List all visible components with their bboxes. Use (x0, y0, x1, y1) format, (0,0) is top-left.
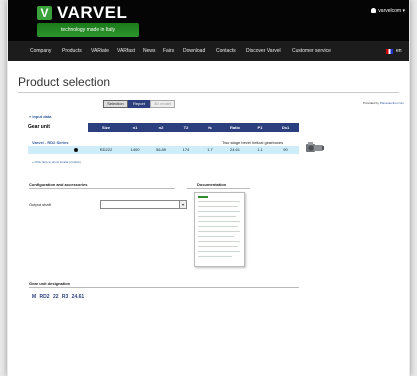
input-data-link[interactable]: » Input data (29, 114, 51, 119)
nav-item-fairs[interactable]: Fairs (163, 48, 174, 54)
cell-t2: 174 (182, 147, 190, 152)
documentation-thumbnail[interactable] (194, 192, 245, 267)
cell-size: RD222 (99, 147, 113, 152)
gear-unit-table-header: Gear unit Size n1 n2 T2 fs Ratio P1 Ds1 (28, 123, 299, 132)
documentation-divider (187, 188, 250, 189)
nav-item-customer-service[interactable]: Customer service (292, 48, 331, 54)
page-title: Product selection (18, 75, 111, 89)
configuration-divider (29, 188, 175, 189)
column-header-size: Size (101, 125, 110, 130)
column-header-n1: n1 (132, 125, 138, 130)
output-shaft-select[interactable]: ▾ (100, 200, 187, 209)
tagline-badge: technology made in Italy (37, 23, 139, 37)
nav-item-news[interactable]: News (143, 48, 156, 54)
column-header-t2: T2 (183, 125, 189, 130)
cell-n2: 56.89 (155, 147, 166, 152)
documentation-title: Documentation (197, 182, 227, 187)
column-header-ds1: Ds1 (281, 125, 290, 130)
series-description: Two stage bevel helical gearboxes (222, 140, 284, 145)
designation-title: Gear unit designation (29, 281, 71, 286)
selected-radio[interactable] (74, 148, 78, 152)
powered-by-prefix: Provided by (363, 101, 379, 105)
site-header: V VARVEL technology made in Italy varvel… (8, 0, 409, 41)
step-report-button[interactable]: Report (128, 100, 150, 108)
user-name: varvelcom (378, 8, 402, 14)
doc-logo (198, 196, 208, 198)
nav-item-contacts[interactable]: Contacts (216, 48, 236, 54)
cell-n1: 1400 (130, 147, 140, 152)
nav-item-discover-varvel[interactable]: Discover Varvel (246, 48, 281, 54)
cell-ratio: 24.61 (229, 147, 240, 152)
column-header-p1: P1 (257, 125, 263, 130)
column-header-ratio: Ratio (230, 125, 240, 130)
input-data-label: Input data (32, 114, 52, 119)
browser-frame: V VARVEL technology made in Italy varvel… (0, 0, 417, 376)
cell-ds1: 90 (283, 147, 288, 152)
nav-item-varfast[interactable]: VARfast (117, 48, 135, 54)
language-selector[interactable]: en (396, 48, 402, 54)
series-name[interactable]: Varvel - RD2 Series (32, 140, 68, 145)
gearbox-image (306, 142, 324, 152)
cell-fs: 1.7 (207, 147, 213, 152)
nav-item-variate[interactable]: VARiate (91, 48, 109, 54)
user-menu[interactable]: varvelcom ▾ (371, 8, 405, 14)
step-3d-model-button: 3D model (150, 100, 175, 108)
nav-item-company[interactable]: Company (30, 48, 51, 54)
similar-products-link[interactable]: » Click here to show similar products (32, 160, 81, 164)
main-nav: Company Products VARiate VARfast News Fa… (8, 41, 409, 61)
nav-item-download[interactable]: Download (183, 48, 205, 54)
powered-by-link[interactable]: Planselection.com (380, 101, 404, 105)
designation-code: M RD2 22 R3 24.61 (32, 294, 85, 300)
logo-mark-icon: V (37, 6, 52, 20)
column-header-fs: fs (208, 125, 212, 130)
powered-by: Provided by Planselection.com (363, 101, 404, 105)
uk-flag-icon[interactable] (386, 49, 393, 54)
gear-unit-label: Gear unit (28, 123, 88, 132)
cell-p1: 1.1 (257, 147, 263, 152)
logo[interactable]: V VARVEL technology made in Italy (32, 3, 152, 38)
column-header-n2: n2 (158, 125, 164, 130)
configuration-title: Configuration and accessories (29, 182, 88, 187)
table-row[interactable]: RD222 1400 56.89 174 1.7 24.61 1.1 90 (28, 146, 299, 154)
designation-divider (29, 287, 299, 288)
page: V VARVEL technology made in Italy varvel… (8, 0, 409, 376)
brand-name: VARVEL (57, 3, 128, 22)
similar-products-label: Click here to show similar products (34, 160, 81, 164)
tagline: technology made in Italy (61, 27, 115, 33)
user-icon (371, 8, 377, 14)
nav-item-products[interactable]: Products (62, 48, 82, 54)
divider (18, 92, 399, 93)
step-selection-button[interactable]: Selection (103, 100, 128, 108)
chevron-down-icon[interactable]: ▾ (179, 201, 186, 208)
output-shaft-label: Output shaft (29, 202, 51, 207)
